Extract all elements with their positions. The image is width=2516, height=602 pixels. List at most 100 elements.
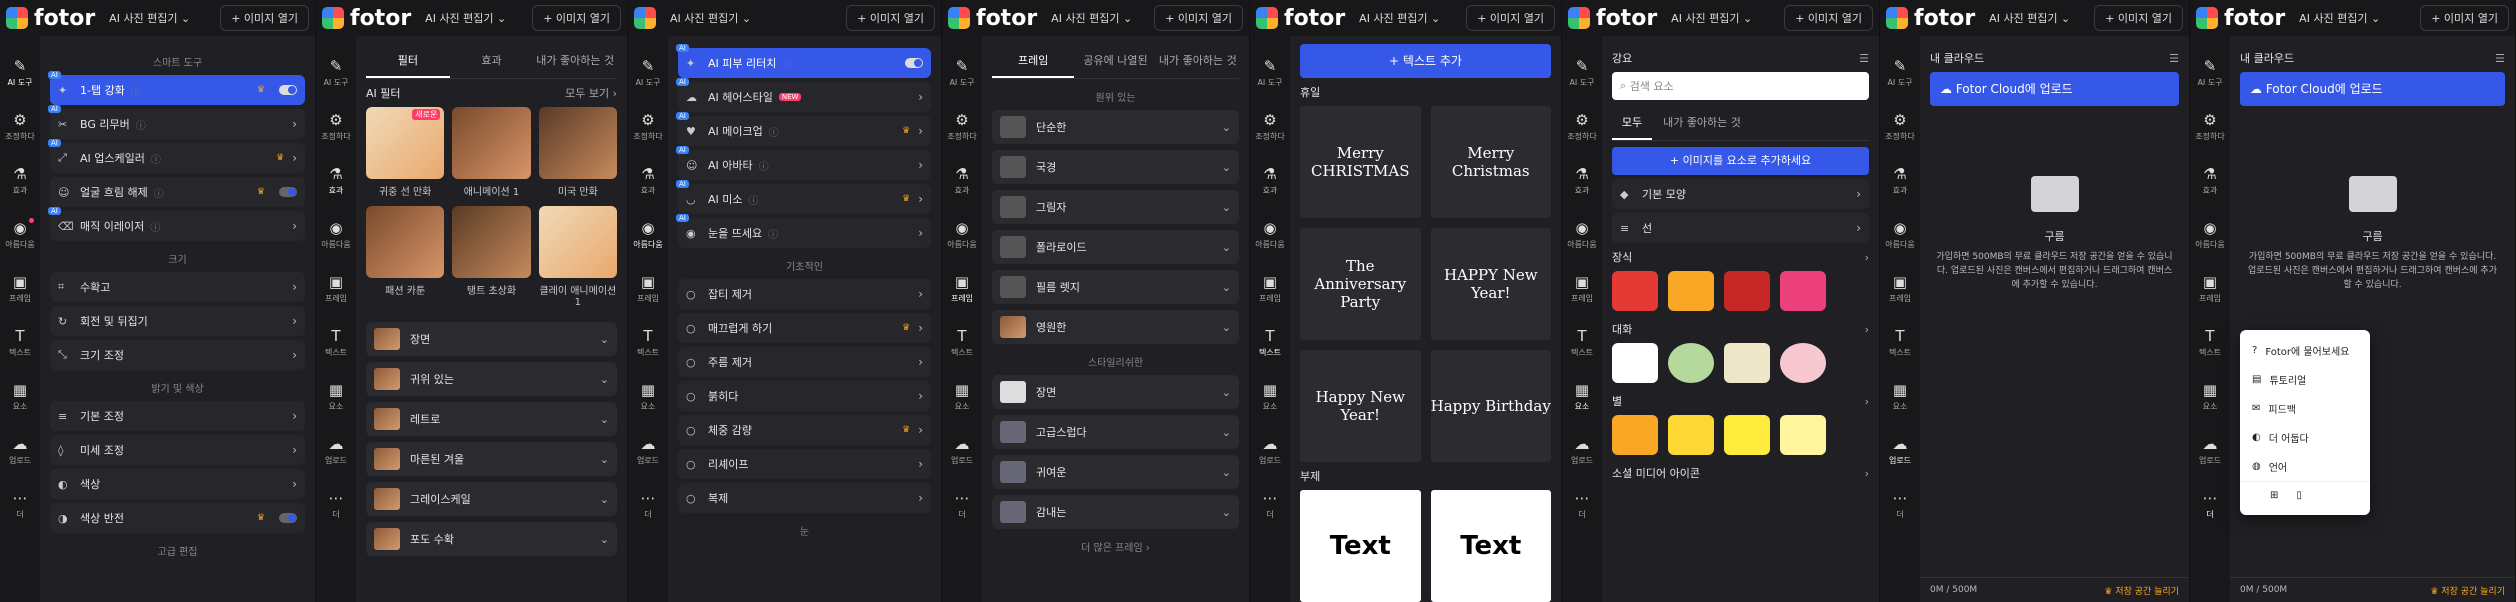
- filter-card[interactable]: 새로운 귀중 선 만화: [366, 107, 445, 198]
- sticker[interactable]: [1612, 415, 1658, 455]
- editor-menu[interactable]: AI 사진 편집기 ⌄: [2299, 10, 2380, 26]
- rail-effects[interactable]: ⚗ 효과: [0, 154, 40, 208]
- editor-menu[interactable]: AI 사진 편집기 ⌄: [1989, 10, 2070, 26]
- rail-elements[interactable]: ▦ 요소: [1250, 370, 1290, 424]
- rail-beauty[interactable]: ◉ 아름다움: [2190, 208, 2230, 262]
- frame-category[interactable]: 단순한 ⌄: [992, 110, 1239, 144]
- rail-beauty[interactable]: ◉ 아름다움: [1562, 208, 1602, 262]
- tool-resize[interactable]: ⤡ 크기 조정 ›: [50, 340, 305, 370]
- fotor-logo[interactable]: fotor: [1886, 6, 1975, 31]
- open-image-button[interactable]: + 이미지 열기: [846, 5, 935, 31]
- rail-elements[interactable]: ▦ 요소: [316, 370, 356, 424]
- frame-category[interactable]: 귀여운 ⌄: [992, 455, 1239, 489]
- rail-beauty[interactable]: ◉ 아름다움: [628, 208, 668, 262]
- frame-category[interactable]: 그림자 ⌄: [992, 190, 1239, 224]
- rail-ai-tools[interactable]: ✎ AI 도구: [942, 46, 982, 100]
- rail-more[interactable]: ⋯ 더: [1562, 478, 1602, 532]
- sticker[interactable]: [1668, 415, 1714, 455]
- tool-clone[interactable]: ○ 복제 ›: [678, 483, 931, 513]
- info-icon[interactable]: ⓘ: [759, 158, 769, 173]
- open-image-button[interactable]: + 이미지 열기: [2094, 5, 2183, 31]
- tool-ai-avatar[interactable]: AI ☺ AI 아바타 ⓘ ›: [676, 146, 931, 180]
- editor-menu[interactable]: AI 사진 편집기 ⌄: [425, 10, 506, 26]
- sticker[interactable]: [1780, 343, 1826, 383]
- basic-shapes-row[interactable]: ◆ 기본 모양 ›: [1612, 179, 1869, 209]
- fotor-logo[interactable]: fotor: [6, 6, 95, 31]
- rail-ai-tools[interactable]: ✎ AI 도구: [0, 46, 40, 100]
- info-icon[interactable]: ⓘ: [154, 185, 164, 200]
- fotor-logo[interactable]: [634, 7, 656, 29]
- frame-category[interactable]: 영원한 ⌄: [992, 310, 1239, 344]
- rail-text[interactable]: T 텍스트: [1880, 316, 1920, 370]
- tool-magic-eraser[interactable]: AI ⌫ 매직 이레이저 ⓘ ›: [48, 207, 305, 241]
- more-frames-link[interactable]: 더 많은 프레임 ›: [992, 539, 1239, 554]
- rail-adjust[interactable]: ⚙ 조정하다: [316, 100, 356, 154]
- rail-elements[interactable]: ▦ 요소: [1562, 370, 1602, 424]
- tool-wrinkle-remover[interactable]: ○ 주름 제거 ›: [678, 347, 931, 377]
- info-icon[interactable]: ⓘ: [782, 56, 792, 71]
- frame-category[interactable]: 폴라로이드 ⌄: [992, 230, 1239, 264]
- rail-elements[interactable]: ▦ 요소: [628, 370, 668, 424]
- tool-basic-adjust[interactable]: ≡ 기본 조정 ›: [50, 401, 305, 431]
- tool-fine-tune[interactable]: ◊ 미세 조정 ›: [50, 435, 305, 465]
- rail-effects[interactable]: ⚗ 효과: [1250, 154, 1290, 208]
- rail-adjust[interactable]: ⚙ 조정하다: [2190, 100, 2230, 154]
- rail-upload[interactable]: ☁ 업로드: [628, 424, 668, 478]
- rail-frames[interactable]: ▣ 프레임: [316, 262, 356, 316]
- text-template[interactable]: Merry CHRISTMAS: [1300, 106, 1421, 218]
- rail-frames[interactable]: ▣ 프레임: [1562, 262, 1602, 316]
- rail-elements[interactable]: ▦ 요소: [1880, 370, 1920, 424]
- rail-more[interactable]: ⋯ 더: [628, 478, 668, 532]
- editor-menu[interactable]: AI 사진 편집기 ⌄: [1671, 10, 1752, 26]
- tab-frames[interactable]: 프레임: [992, 44, 1075, 78]
- increase-storage-link[interactable]: ♛ 저장 공간 늘리기: [2104, 584, 2179, 597]
- windows-icon[interactable]: ⊞: [2270, 490, 2278, 501]
- sticker[interactable]: [1724, 343, 1770, 383]
- tool-bg-remover[interactable]: AI ✂ BG 리무버 ⓘ ›: [48, 105, 305, 139]
- tool-smooth[interactable]: ○ 매끄럽게 하기 ♛ ›: [678, 313, 931, 343]
- chevron-right-icon[interactable]: ›: [1865, 395, 1869, 408]
- open-image-button[interactable]: + 이미지 열기: [532, 5, 621, 31]
- rail-adjust[interactable]: ⚙ 조정하다: [1562, 100, 1602, 154]
- text-template[interactable]: The Anniversary Party: [1300, 228, 1421, 340]
- rail-frames[interactable]: ▣ 프레임: [628, 262, 668, 316]
- rail-text[interactable]: T 텍스트: [0, 316, 40, 370]
- menu-icon[interactable]: ☰: [2495, 52, 2505, 65]
- editor-menu[interactable]: AI 사진 편집기 ⌄: [109, 10, 190, 26]
- menu-icon[interactable]: ☰: [2169, 52, 2179, 65]
- filter-category[interactable]: 귀위 있는 ⌄: [366, 362, 617, 396]
- rail-adjust[interactable]: ⚙ 조정하다: [0, 100, 40, 154]
- rail-effects[interactable]: ⚗ 효과: [316, 154, 356, 208]
- mobile-icon[interactable]: ▯: [2296, 490, 2302, 501]
- rail-elements[interactable]: ▦ 요소: [0, 370, 40, 424]
- filter-card[interactable]: 탱트 초상화: [452, 206, 531, 308]
- rail-effects[interactable]: ⚗ 효과: [2190, 154, 2230, 208]
- upload-to-cloud-button[interactable]: ☁ Fotor Cloud에 업로드: [1930, 72, 2179, 106]
- rail-more[interactable]: ⋯ 더: [0, 478, 40, 532]
- add-text-button[interactable]: + 텍스트 추가: [1300, 44, 1551, 78]
- tool-blemish-remover[interactable]: ○ 잡티 제거 ›: [678, 279, 931, 309]
- fotor-logo[interactable]: fotor: [2196, 6, 2285, 31]
- rail-beauty[interactable]: ◉ 아름다움: [1880, 208, 1920, 262]
- rail-ai-tools[interactable]: ✎ AI 도구: [2190, 46, 2230, 100]
- tab-shared[interactable]: 공유에 나열된: [1074, 44, 1156, 78]
- rail-beauty[interactable]: ◉ 아름다움: [942, 208, 982, 262]
- sticker[interactable]: [1668, 271, 1714, 311]
- editor-menu[interactable]: AI 사진 편집기 ⌄: [1051, 10, 1132, 26]
- fotor-logo[interactable]: fotor: [322, 6, 411, 31]
- chevron-right-icon[interactable]: ›: [1865, 251, 1869, 264]
- rail-adjust[interactable]: ⚙ 조정하다: [942, 100, 982, 154]
- toggle-switch[interactable]: [279, 85, 297, 95]
- rail-text[interactable]: T 텍스트: [2190, 316, 2230, 370]
- rail-adjust[interactable]: ⚙ 조정하다: [1250, 100, 1290, 154]
- text-template[interactable]: Merry Christmas: [1430, 106, 1551, 218]
- filter-card[interactable]: 패션 카툰: [366, 206, 445, 308]
- rail-upload[interactable]: ☁ 업로드: [942, 424, 982, 478]
- filter-category[interactable]: 그레이스케일 ⌄: [366, 482, 617, 516]
- rail-upload[interactable]: ☁ 업로드: [2190, 424, 2230, 478]
- info-icon[interactable]: ⓘ: [131, 83, 141, 98]
- open-image-button[interactable]: + 이미지 열기: [1466, 5, 1555, 31]
- rail-frames[interactable]: ▣ 프레임: [1250, 262, 1290, 316]
- rail-ai-tools[interactable]: ✎ AI 도구: [316, 46, 356, 100]
- tool-crop[interactable]: ⌗ 수확고 ›: [50, 272, 305, 302]
